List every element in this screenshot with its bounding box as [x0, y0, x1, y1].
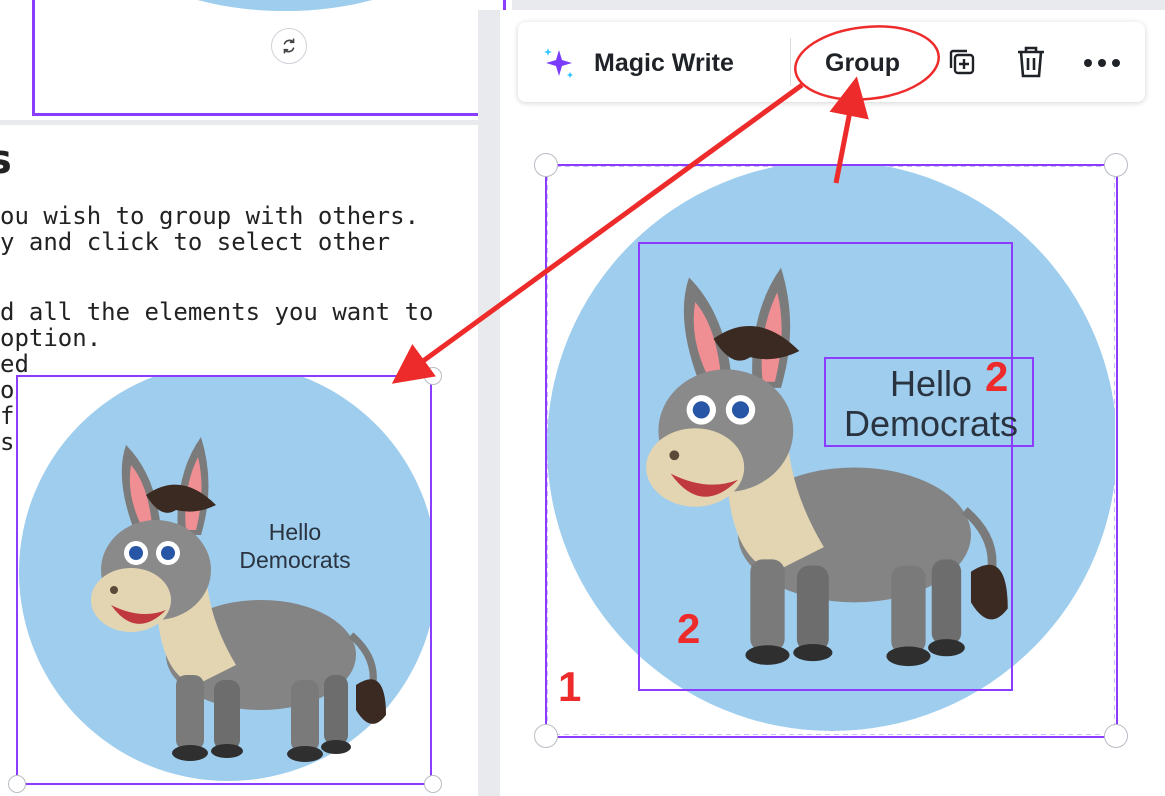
group-button[interactable]: Group [825, 49, 900, 78]
resize-handle[interactable] [424, 367, 442, 385]
text-line: Hello [268, 519, 322, 545]
resize-handle[interactable] [8, 775, 26, 793]
instruction-line: y and click to select other [0, 228, 391, 256]
resize-handle[interactable] [534, 724, 558, 748]
trash-icon [1018, 46, 1044, 78]
top-preview-circle [105, 0, 465, 11]
more-options-button[interactable] [1082, 58, 1122, 68]
sparkle-icon [544, 48, 573, 78]
annotation-number: 2 [985, 353, 1009, 400]
annotation-number: 1 [558, 663, 582, 710]
top-preview-card [0, 0, 512, 120]
annotation-number: 2 [677, 605, 701, 652]
context-toolbar: Magic Write Group [518, 22, 1145, 102]
rotate-button[interactable] [271, 28, 307, 64]
hello-democrats-text-left[interactable]: Hello Democrats [221, 518, 369, 574]
instruction-line: s [0, 428, 15, 456]
donkey-illustration [91, 437, 386, 762]
magic-write-label: Magic Write [594, 48, 734, 77]
resize-handle[interactable] [1104, 724, 1128, 748]
delete-button[interactable] [1014, 44, 1048, 80]
instruction-line: ou wish to group with others. [0, 202, 420, 230]
top-preview-frame [32, 0, 506, 116]
resize-handle[interactable] [1104, 153, 1128, 177]
resize-handle[interactable] [424, 775, 442, 793]
duplicate-icon [949, 49, 975, 75]
instruction-line: option. [0, 324, 102, 352]
magic-write-button[interactable]: Magic Write [540, 44, 734, 82]
rotate-icon [283, 38, 295, 54]
left-selection-box[interactable] [8, 367, 442, 793]
text-line: Democrats [843, 403, 1019, 444]
instruction-line: d all the elements you want to [0, 298, 434, 326]
section-heading: s [0, 137, 12, 183]
more-icon [1084, 59, 1120, 67]
instruction-line: f [0, 402, 15, 430]
toolbar-divider [790, 38, 791, 86]
instruction-line: ed [0, 350, 29, 378]
resize-handle[interactable] [534, 153, 558, 177]
group-label: Group [825, 49, 900, 77]
duplicate-button[interactable] [946, 46, 978, 78]
text-line: Democrats [239, 547, 351, 573]
